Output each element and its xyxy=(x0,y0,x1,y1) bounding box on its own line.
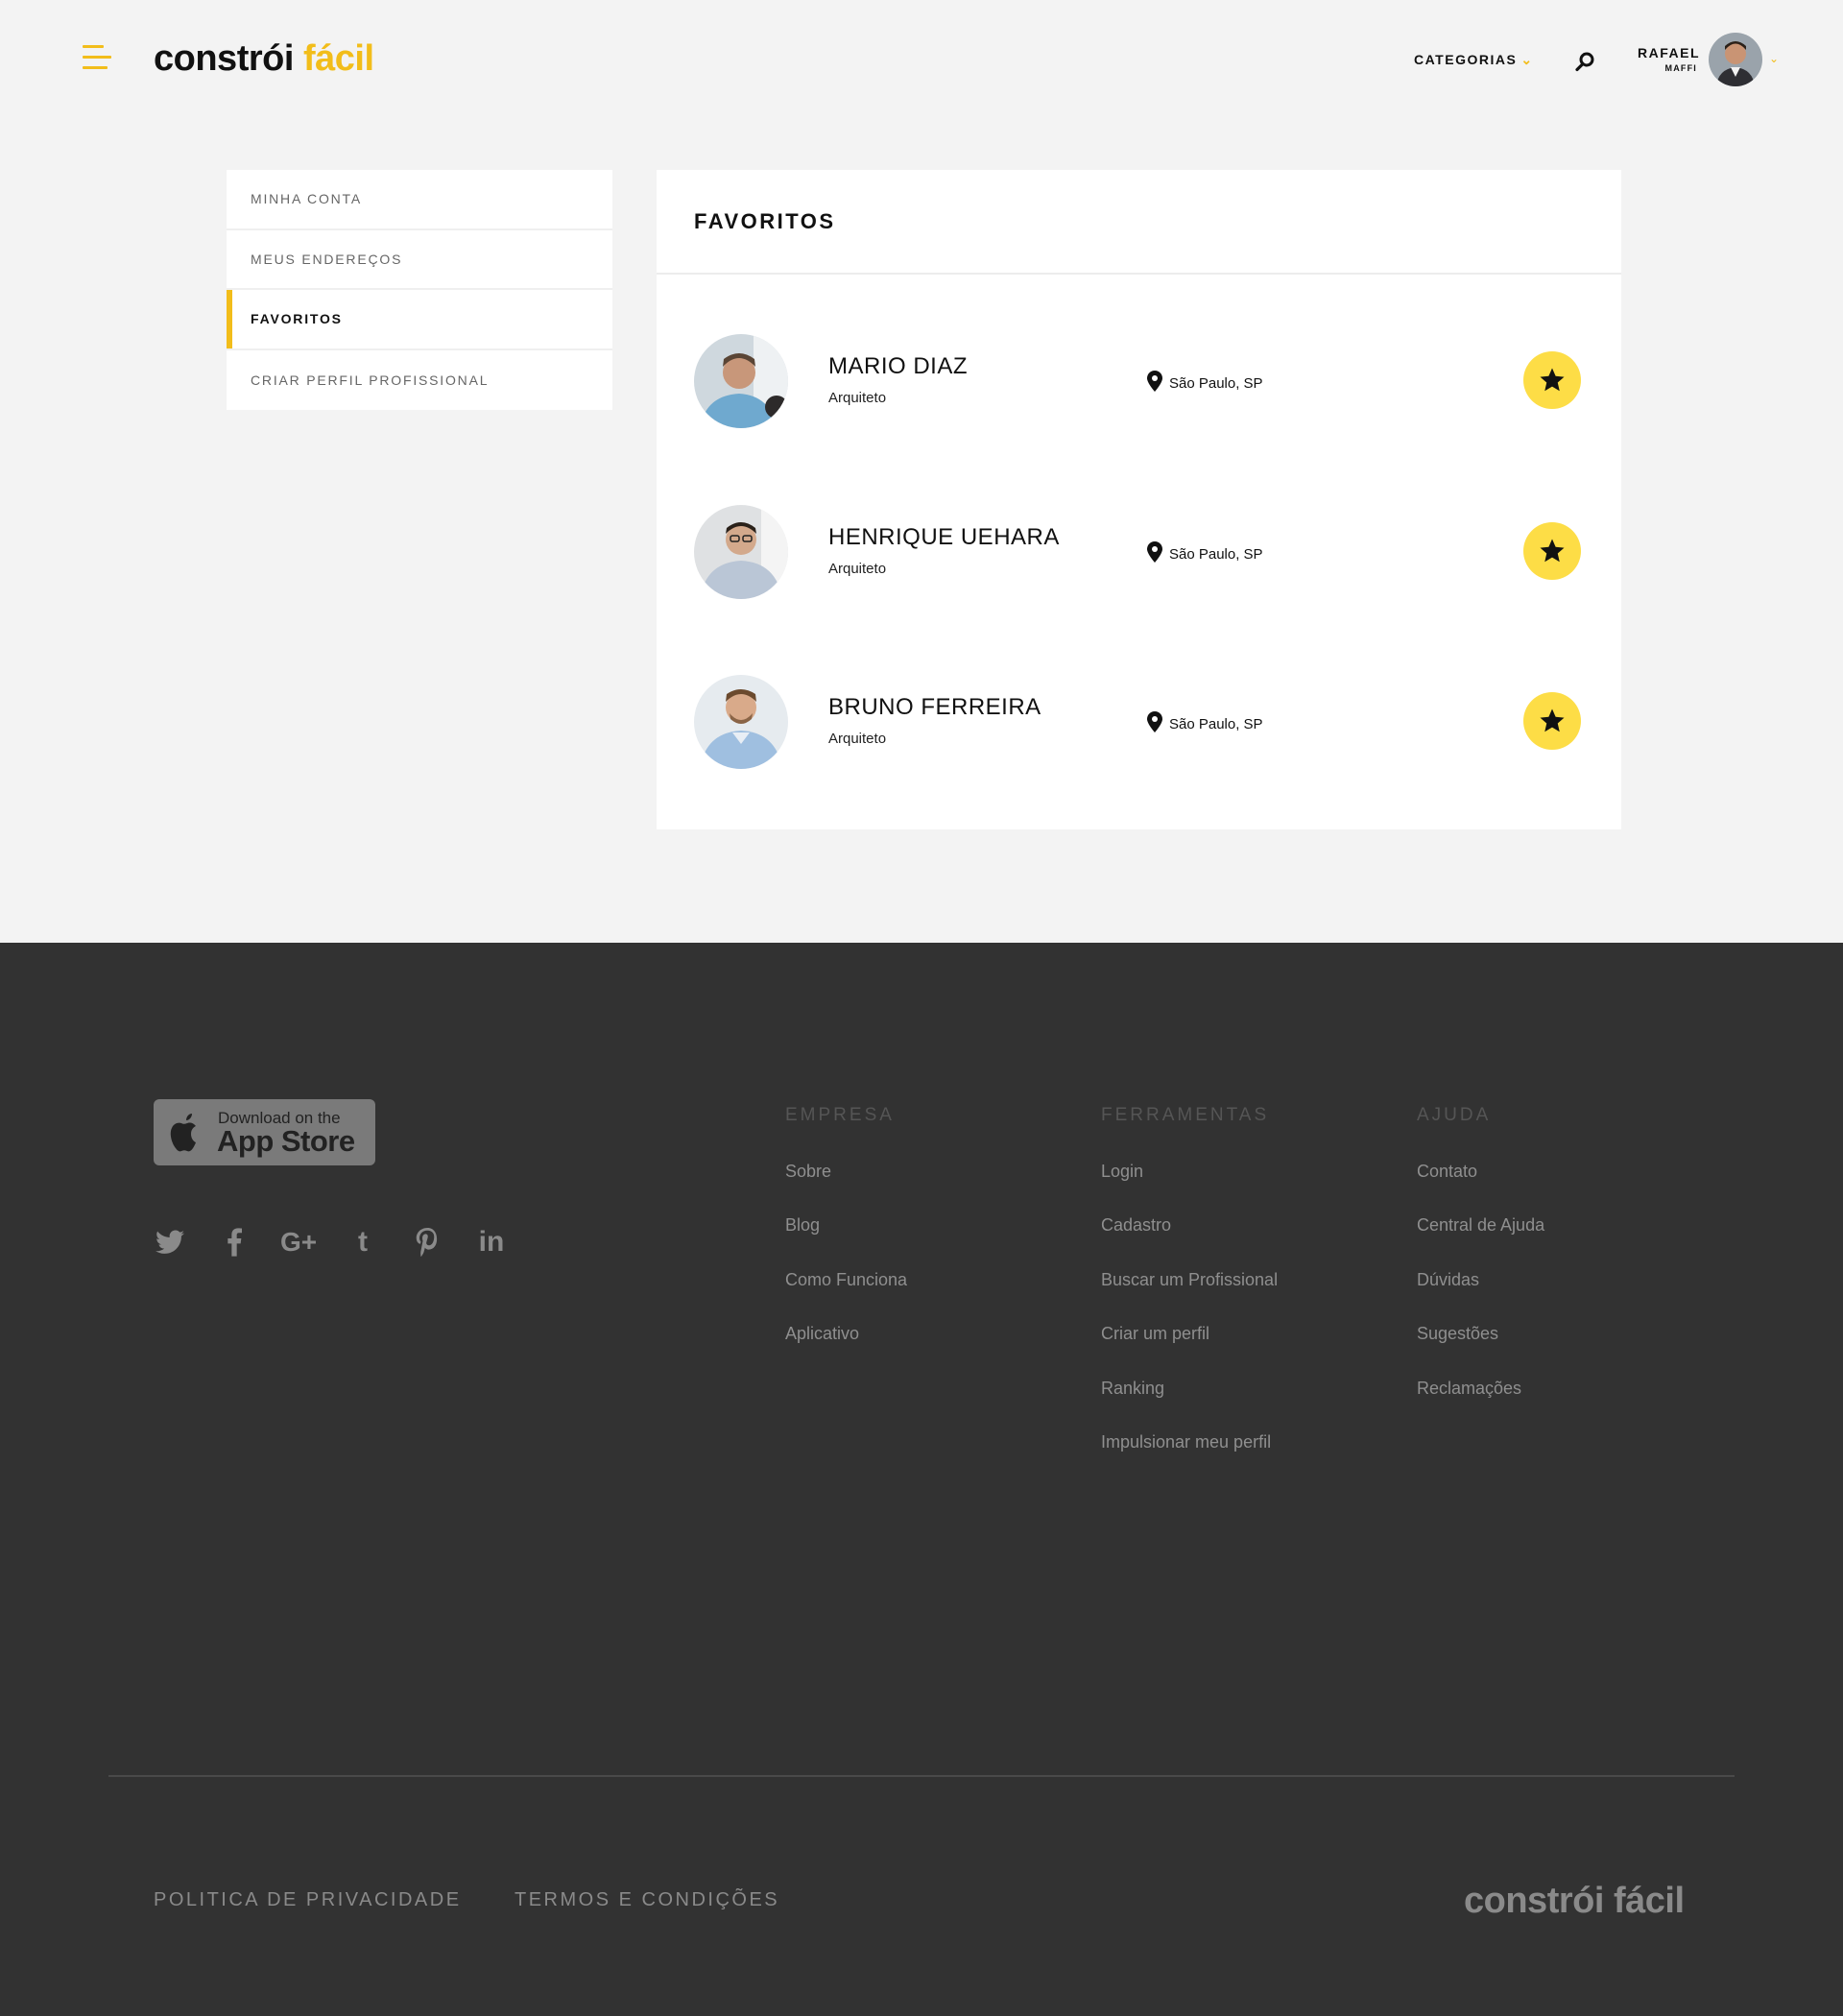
favorite-star-button[interactable] xyxy=(1523,692,1581,750)
footer-column-title: FERRAMENTAS xyxy=(1101,1105,1270,1125)
site-footer: Download on the App Store G+ t in EMPRES… xyxy=(0,943,1843,2016)
favorite-item[interactable]: BRUNO FERREIRA Arquiteto São Paulo, SP xyxy=(657,675,1621,771)
app-store-big-text: App Store xyxy=(217,1124,355,1158)
logo-main: constrói xyxy=(154,38,294,79)
favorites-panel: FAVORITOS MARIO DIAZ Arquiteto São Paulo… xyxy=(657,170,1621,829)
location-text: São Paulo, SP xyxy=(1169,375,1263,392)
footer-column-title: AJUDA xyxy=(1417,1105,1492,1125)
professional-location: São Paulo, SP xyxy=(1147,541,1263,563)
footer-link-sobre[interactable]: Sobre xyxy=(785,1152,907,1206)
chevron-down-icon: ⌄ xyxy=(1520,52,1534,67)
favorite-item[interactable]: HENRIQUE UEHARA Arquiteto São Paulo, SP xyxy=(657,505,1621,601)
panel-title: FAVORITOS xyxy=(657,170,1621,275)
user-avatar[interactable] xyxy=(1709,33,1762,86)
tumblr-icon[interactable]: t xyxy=(347,1226,379,1259)
star-icon xyxy=(1540,708,1565,732)
footer-column-empresa: EMPRESA Sobre Blog Como Funciona Aplicat… xyxy=(785,1096,907,1369)
privacy-policy-link[interactable]: POLITICA DE PRIVACIDADE xyxy=(154,1889,462,1911)
user-first-name: RAFAEL xyxy=(1638,45,1700,60)
hamburger-menu-icon[interactable] xyxy=(83,45,111,76)
apple-icon xyxy=(170,1114,196,1152)
professional-name[interactable]: BRUNO FERREIRA xyxy=(828,694,1041,721)
footer-link-aplicativo[interactable]: Aplicativo xyxy=(785,1314,907,1368)
professional-role: Arquiteto xyxy=(828,390,887,406)
professional-role: Arquiteto xyxy=(828,731,887,747)
footer-link-criar-perfil[interactable]: Criar um perfil xyxy=(1101,1314,1278,1368)
footer-link-buscar-profissional[interactable]: Buscar um Profissional xyxy=(1101,1260,1278,1314)
professional-name[interactable]: HENRIQUE UEHARA xyxy=(828,524,1060,551)
search-icon[interactable] xyxy=(1574,50,1597,73)
footer-link-login[interactable]: Login xyxy=(1101,1152,1278,1206)
professional-avatar[interactable] xyxy=(694,334,788,428)
professional-avatar[interactable] xyxy=(694,675,788,769)
footer-link-como-funciona[interactable]: Como Funciona xyxy=(785,1260,907,1314)
favorite-star-button[interactable] xyxy=(1523,522,1581,580)
favorite-item[interactable]: MARIO DIAZ Arquiteto São Paulo, SP xyxy=(657,334,1621,430)
footer-link-ranking[interactable]: Ranking xyxy=(1101,1369,1278,1423)
footer-link-blog[interactable]: Blog xyxy=(785,1206,907,1260)
favorite-star-button[interactable] xyxy=(1523,351,1581,409)
sidebar-item-criar-perfil[interactable]: CRIAR PERFIL PROFISSIONAL xyxy=(227,350,612,411)
star-icon xyxy=(1540,539,1565,563)
account-sidebar: MINHA CONTA MEUS ENDEREÇOS FAVORITOS CRI… xyxy=(227,170,612,410)
footer-link-sugestoes[interactable]: Sugestões xyxy=(1417,1314,1544,1368)
footer-link-reclamacoes[interactable]: Reclamações xyxy=(1417,1369,1544,1423)
sidebar-item-label: FAVORITOS xyxy=(251,311,343,327)
professional-location: São Paulo, SP xyxy=(1147,371,1263,392)
app-store-badge[interactable]: Download on the App Store xyxy=(154,1099,375,1165)
sidebar-item-label: CRIAR PERFIL PROFISSIONAL xyxy=(251,372,490,388)
site-logo[interactable]: constrói fácil xyxy=(154,38,374,80)
footer-column-ferramentas: FERRAMENTAS Login Cadastro Buscar um Pro… xyxy=(1101,1096,1278,1476)
footer-link-cadastro[interactable]: Cadastro xyxy=(1101,1206,1278,1260)
footer-column-ajuda: AJUDA Contato Central de Ajuda Dúvidas S… xyxy=(1417,1096,1544,1423)
terms-link[interactable]: TERMOS E CONDIÇÕES xyxy=(515,1889,779,1911)
pinterest-icon[interactable] xyxy=(411,1226,443,1259)
categories-label: CATEGORIAS xyxy=(1414,52,1518,67)
footer-divider xyxy=(108,1775,1735,1777)
professional-location: São Paulo, SP xyxy=(1147,711,1263,732)
map-pin-icon xyxy=(1147,541,1162,563)
sidebar-item-minha-conta[interactable]: MINHA CONTA xyxy=(227,170,612,230)
star-icon xyxy=(1540,368,1565,392)
user-menu-chevron-icon[interactable]: ⌄ xyxy=(1769,52,1779,65)
google-plus-icon[interactable]: G+ xyxy=(280,1226,317,1259)
categories-dropdown[interactable]: CATEGORIAS ⌄ xyxy=(1414,52,1534,68)
footer-logo[interactable]: constrói fácil xyxy=(1464,1881,1685,1922)
map-pin-icon xyxy=(1147,711,1162,732)
location-text: São Paulo, SP xyxy=(1169,716,1263,732)
linkedin-icon[interactable]: in xyxy=(475,1226,508,1259)
location-text: São Paulo, SP xyxy=(1169,546,1263,563)
map-pin-icon xyxy=(1147,371,1162,392)
professional-avatar[interactable] xyxy=(694,505,788,599)
professional-role: Arquiteto xyxy=(828,561,887,577)
logo-accent: fácil xyxy=(302,38,374,79)
footer-link-central-ajuda[interactable]: Central de Ajuda xyxy=(1417,1206,1544,1260)
footer-link-impulsionar-perfil[interactable]: Impulsionar meu perfil xyxy=(1101,1423,1278,1476)
footer-link-duvidas[interactable]: Dúvidas xyxy=(1417,1260,1544,1314)
sidebar-item-label: MEUS ENDEREÇOS xyxy=(251,251,403,267)
sidebar-item-label: MINHA CONTA xyxy=(251,191,362,207)
facebook-icon[interactable] xyxy=(218,1226,251,1259)
sidebar-item-favoritos[interactable]: FAVORITOS xyxy=(227,290,612,350)
user-last-name: MAFFI xyxy=(1664,63,1697,73)
twitter-icon[interactable] xyxy=(154,1226,186,1259)
social-links: G+ t in xyxy=(154,1226,539,1259)
professional-name[interactable]: MARIO DIAZ xyxy=(828,353,968,380)
footer-column-title: EMPRESA xyxy=(785,1105,895,1125)
footer-link-contato[interactable]: Contato xyxy=(1417,1152,1544,1206)
sidebar-item-meus-enderecos[interactable]: MEUS ENDEREÇOS xyxy=(227,230,612,290)
site-header: constrói fácil CATEGORIAS ⌄ RAFAEL MAFFI … xyxy=(0,0,1843,125)
